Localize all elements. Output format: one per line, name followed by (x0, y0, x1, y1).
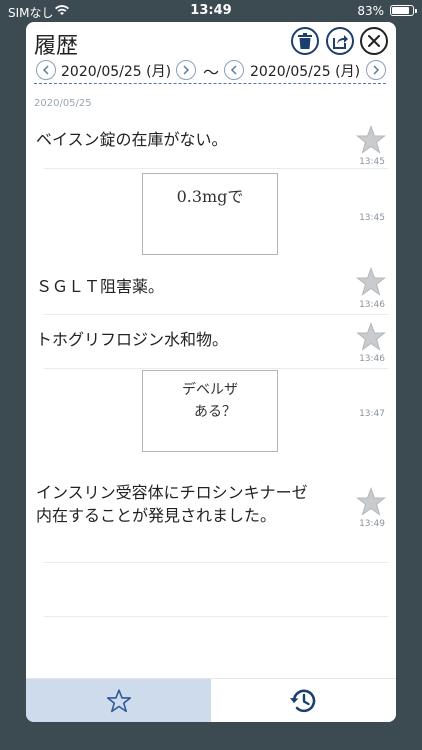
history-icon (289, 689, 315, 713)
list-item[interactable]: 0.3mgで 13:45 (26, 169, 396, 263)
handwriting-image: 0.3mgで (142, 173, 278, 255)
divider (44, 616, 388, 617)
list-item[interactable]: インスリン受容体にチロシンキナーゼ 内在することが発見されました。 13:49 (26, 461, 396, 541)
divider (44, 562, 388, 563)
list-item[interactable]: トホグリフロジン水和物。 13:46 (26, 318, 396, 368)
list-item[interactable]: デベルザ ある？ 13:47 (26, 369, 396, 461)
share-button[interactable] (326, 27, 354, 55)
list-item[interactable]: ＳＧＬＴ阻害薬。 13:46 (26, 263, 396, 317)
handwriting-line: デベルザ (182, 382, 238, 398)
tab-history[interactable] (211, 679, 396, 722)
star-icon[interactable] (356, 322, 386, 352)
list-item[interactable]: ベイスン錠の在庫がない。 13:45 (26, 114, 396, 168)
history-panel: 履歴 2020/05/25 (月) 〜 2020/05/25 (月) 2020/… (26, 22, 396, 722)
star-icon[interactable] (356, 267, 386, 297)
tab-bar (26, 678, 396, 722)
item-text-line: 内在することが発見されました。 (36, 506, 277, 525)
chevron-left-icon (42, 65, 49, 75)
date-underline (34, 83, 386, 84)
section-date: 2020/05/25 (34, 98, 92, 109)
history-list[interactable]: 2020/05/25 ベイスン錠の在庫がない。 13:45 0.3mgで 13:… (26, 90, 396, 676)
star-outline-icon (106, 689, 131, 713)
close-icon (368, 35, 380, 47)
page-title: 履歴 (34, 34, 79, 59)
battery-percentage: 83% (357, 4, 384, 18)
item-time: 13:49 (359, 519, 385, 529)
star-icon[interactable] (356, 125, 386, 155)
from-date-prev-button[interactable] (36, 60, 56, 80)
close-button[interactable] (360, 27, 388, 55)
chevron-left-icon (230, 65, 237, 75)
item-time: 13:46 (359, 300, 385, 310)
star-icon[interactable] (356, 487, 386, 517)
handwriting-image: デベルザ ある？ (142, 370, 278, 452)
item-text: ＳＧＬＴ阻害薬。 (36, 277, 165, 296)
divider (44, 314, 388, 315)
battery-icon (390, 5, 417, 16)
to-date-prev-button[interactable] (224, 60, 244, 80)
handwriting-line: ある？ (194, 404, 236, 420)
delete-button[interactable] (291, 27, 319, 55)
item-time: 13:45 (359, 157, 385, 167)
tab-favorites[interactable] (26, 679, 211, 722)
status-bar: SIMなし 13:49 83% (0, 0, 422, 22)
item-text: トホグリフロジン水和物。 (36, 330, 229, 349)
item-text-line: インスリン受容体にチロシンキナーゼ (36, 483, 308, 502)
item-time: 13:47 (359, 409, 385, 419)
chevron-right-icon (183, 65, 190, 75)
date-range: 2020/05/25 (月) 〜 2020/05/25 (月) (26, 59, 396, 85)
item-time: 13:45 (359, 213, 385, 223)
item-time: 13:46 (359, 354, 385, 364)
to-date[interactable]: 2020/05/25 (月) (250, 61, 360, 81)
chevron-right-icon (373, 65, 380, 75)
handwriting-text: 0.3mgで (176, 187, 244, 206)
share-icon (333, 35, 348, 49)
from-date[interactable]: 2020/05/25 (月) (61, 61, 171, 81)
date-range-separator: 〜 (203, 63, 220, 82)
from-date-next-button[interactable] (176, 60, 196, 80)
trash-icon (298, 33, 312, 49)
to-date-next-button[interactable] (366, 60, 386, 80)
item-text: ベイスン錠の在庫がない。 (36, 130, 228, 149)
